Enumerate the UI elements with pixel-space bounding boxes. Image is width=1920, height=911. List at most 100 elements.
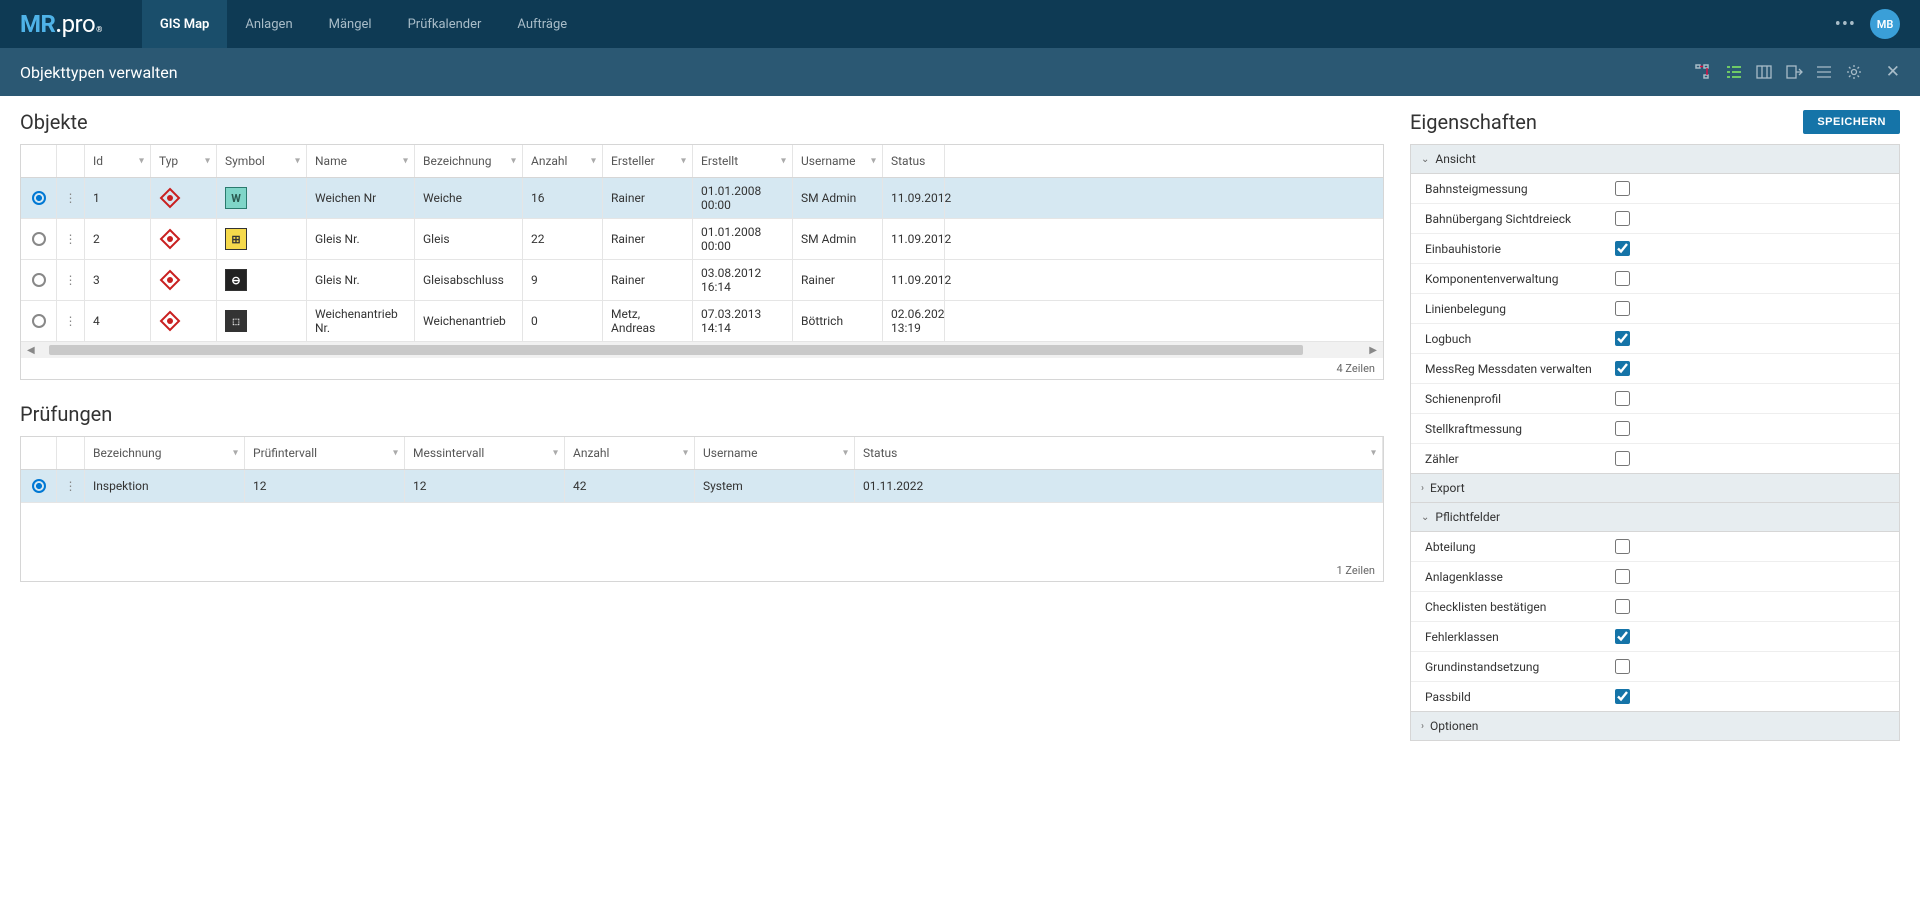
section-pflicht-head[interactable]: ⌄Pflichtfelder (1411, 503, 1899, 532)
logo-mr: MR (20, 10, 55, 38)
prop-checkbox[interactable] (1615, 539, 1630, 554)
symbol-icon: ⬚ (225, 310, 247, 332)
col-status[interactable]: Status (883, 145, 945, 177)
export-icon[interactable] (1784, 62, 1804, 82)
filter-icon[interactable]: ▾ (1371, 448, 1376, 459)
prop-checkbox[interactable] (1615, 301, 1630, 316)
scroll-right-icon[interactable]: ▶ (1365, 345, 1381, 356)
menu-icon[interactable] (1814, 62, 1834, 82)
filter-icon[interactable]: ▾ (205, 156, 210, 167)
col-p-int[interactable]: Prüfintervall ▾ (245, 437, 405, 469)
diamond-icon (159, 310, 181, 332)
props-header: Eigenschaften SPEICHERN (1410, 110, 1900, 134)
tab-gis-map[interactable]: GIS Map (142, 0, 227, 48)
filter-icon[interactable]: ▾ (843, 448, 848, 459)
list-icon[interactable] (1724, 62, 1744, 82)
objekte-scrollbar[interactable]: ◀ ▶ (21, 342, 1383, 358)
row-radio[interactable] (21, 301, 57, 341)
table-row[interactable]: ⋮3⊖Gleis Nr.Gleisabschluss9Rainer03.08.2… (21, 260, 1383, 301)
tab-maengel[interactable]: Mängel (311, 0, 390, 48)
prop-checkbox[interactable] (1615, 451, 1630, 466)
row-menu-icon[interactable]: ⋮ (57, 301, 85, 341)
avatar[interactable]: MB (1870, 9, 1900, 39)
tree-icon[interactable] (1694, 62, 1714, 82)
more-icon[interactable]: ••• (1835, 14, 1856, 35)
prop-checkbox[interactable] (1615, 659, 1630, 674)
filter-icon[interactable]: ▾ (403, 156, 408, 167)
col-ersteller[interactable]: Ersteller▾ (603, 145, 693, 177)
filter-icon[interactable]: ▾ (511, 156, 516, 167)
scroll-track[interactable] (49, 345, 1356, 355)
section-export: ›Export (1410, 474, 1900, 503)
row-menu-icon[interactable]: ⋮ (57, 219, 85, 259)
close-icon[interactable]: ✕ (1886, 62, 1900, 82)
row-menu-icon[interactable]: ⋮ (57, 470, 85, 502)
prop-checkbox[interactable] (1615, 689, 1630, 704)
prop-checkbox[interactable] (1615, 599, 1630, 614)
col-name[interactable]: Name▾ (307, 145, 415, 177)
prop-checkbox[interactable] (1615, 181, 1630, 196)
objekte-footer: 4 Zeilen (21, 358, 1383, 379)
col-username[interactable]: Username▾ (793, 145, 883, 177)
filter-icon[interactable]: ▾ (553, 448, 558, 459)
objekte-grid: Id▾ Typ▾ Symbol▾ Name▾ Bezeichnung▾ Anza… (20, 144, 1384, 380)
section-export-head[interactable]: ›Export (1411, 474, 1899, 502)
cell-id: 4 (85, 301, 151, 341)
col-p-int-label: Prüfintervall (253, 446, 317, 460)
col-p-status[interactable]: Status▾ (855, 437, 1383, 469)
section-ansicht-head[interactable]: ⌄Ansicht (1411, 145, 1899, 174)
filter-icon[interactable]: ▾ (591, 156, 596, 167)
prop-checkbox[interactable] (1615, 569, 1630, 584)
col-typ[interactable]: Typ▾ (151, 145, 217, 177)
prop-checkbox[interactable] (1615, 271, 1630, 286)
col-bez[interactable]: Bezeichnung▾ (415, 145, 523, 177)
toolbar: ✕ (1694, 62, 1900, 82)
scroll-left-icon[interactable]: ◀ (23, 345, 39, 356)
cell-erstellt: 03.08.2012 16:14 (693, 260, 793, 300)
prop-label: Grundinstandsetzung (1425, 660, 1615, 674)
tab-pruefkalender[interactable]: Prüfkalender (390, 0, 500, 48)
col-erstellt[interactable]: Erstellt▾ (693, 145, 793, 177)
col-p-anz[interactable]: Anzahl▾ (565, 437, 695, 469)
filter-icon[interactable]: ▾ (871, 156, 876, 167)
prop-checkbox[interactable] (1615, 421, 1630, 436)
row-radio[interactable] (21, 260, 57, 300)
filter-icon[interactable]: ▾ (233, 448, 238, 459)
filter-icon[interactable]: ▾ (393, 448, 398, 459)
col-symbol[interactable]: Symbol▾ (217, 145, 307, 177)
row-radio[interactable] (21, 178, 57, 218)
filter-icon[interactable]: ▾ (683, 448, 688, 459)
table-row[interactable]: ⋮Inspektion121242System01.11.2022 (21, 470, 1383, 503)
section-optionen-head[interactable]: ›Optionen (1411, 712, 1899, 740)
table-row[interactable]: ⋮1WWeichen NrWeiche16Rainer01.01.2008 00… (21, 178, 1383, 219)
cell-ersteller: Rainer (603, 178, 693, 218)
columns-icon[interactable] (1754, 62, 1774, 82)
prop-checkbox[interactable] (1615, 361, 1630, 376)
gear-icon[interactable] (1844, 62, 1864, 82)
tab-auftraege[interactable]: Aufträge (499, 0, 585, 48)
row-radio[interactable] (21, 470, 57, 502)
prop-label: Passbild (1425, 690, 1615, 704)
logo[interactable]: MR.pro® (20, 10, 102, 38)
filter-icon[interactable]: ▾ (139, 156, 144, 167)
prop-checkbox[interactable] (1615, 241, 1630, 256)
filter-icon[interactable]: ▾ (681, 156, 686, 167)
row-menu-icon[interactable]: ⋮ (57, 260, 85, 300)
row-radio[interactable] (21, 219, 57, 259)
prop-checkbox[interactable] (1615, 331, 1630, 346)
col-anzahl[interactable]: Anzahl▾ (523, 145, 603, 177)
table-row[interactable]: ⋮4⬚Weichenantrieb Nr.Weichenantrieb0Metz… (21, 301, 1383, 342)
prop-checkbox[interactable] (1615, 391, 1630, 406)
col-id[interactable]: Id▾ (85, 145, 151, 177)
filter-icon[interactable]: ▾ (295, 156, 300, 167)
filter-icon[interactable]: ▾ (781, 156, 786, 167)
col-p-mess[interactable]: Messintervall▾ (405, 437, 565, 469)
col-p-bez[interactable]: Bezeichnung▾ (85, 437, 245, 469)
col-p-user[interactable]: Username▾ (695, 437, 855, 469)
table-row[interactable]: ⋮2⊞Gleis Nr.Gleis22Rainer01.01.2008 00:0… (21, 219, 1383, 260)
save-button[interactable]: SPEICHERN (1803, 110, 1900, 134)
row-menu-icon[interactable]: ⋮ (57, 178, 85, 218)
prop-checkbox[interactable] (1615, 629, 1630, 644)
prop-checkbox[interactable] (1615, 211, 1630, 226)
tab-anlagen[interactable]: Anlagen (227, 0, 310, 48)
